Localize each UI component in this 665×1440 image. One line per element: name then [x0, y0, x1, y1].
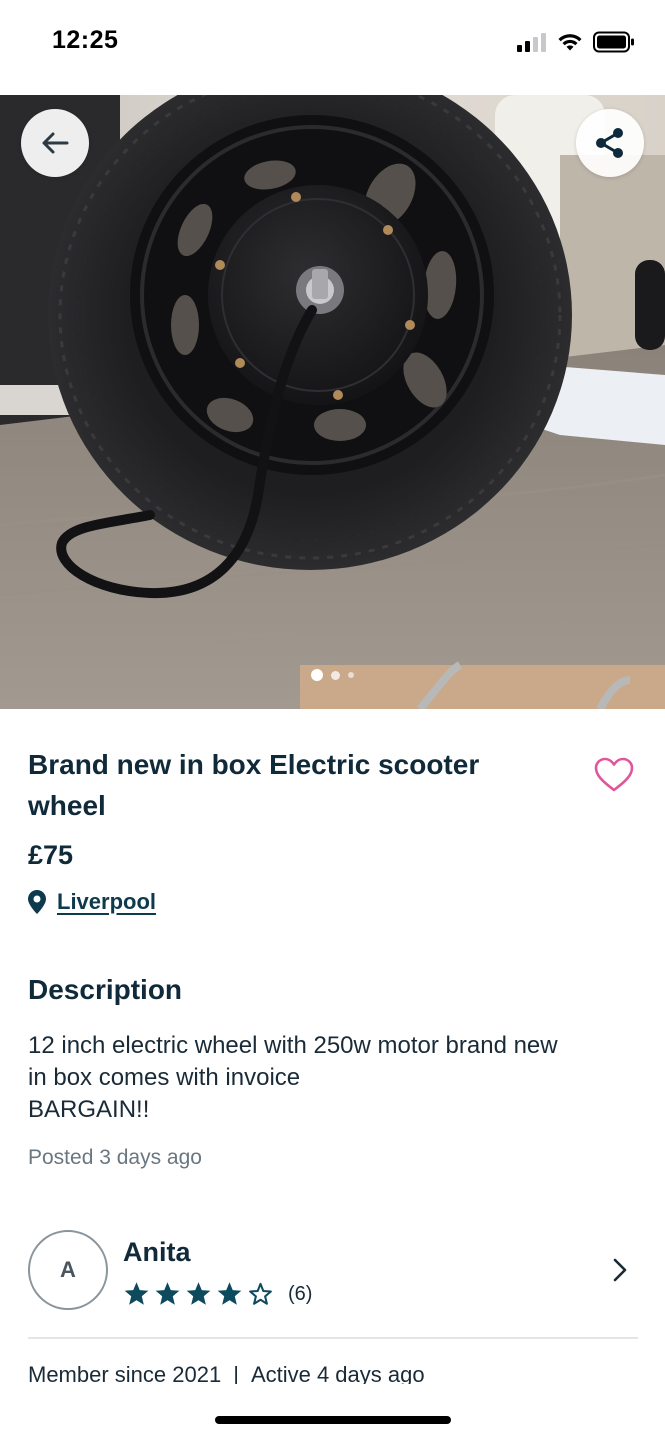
cellular-signal-icon — [517, 33, 546, 52]
posted-time: Posted 3 days ago — [28, 1146, 202, 1169]
share-icon — [596, 128, 623, 158]
seller-activity: Member since 2021 | Active 4 days ago — [28, 1362, 425, 1384]
separator: | — [233, 1362, 239, 1384]
description-line: in box comes with invoice — [28, 1064, 301, 1091]
status-bar: 12:25 — [0, 0, 665, 95]
battery-icon — [593, 31, 634, 53]
description-line: BARGAIN!! — [28, 1096, 150, 1123]
status-time: 12:25 — [52, 26, 119, 54]
seller-rating: (6) — [123, 1281, 312, 1307]
description-line: 12 inch electric wheel with 250w motor b… — [28, 1032, 558, 1059]
share-button[interactable] — [576, 109, 644, 177]
home-indicator[interactable] — [215, 1416, 451, 1424]
wifi-icon — [558, 34, 582, 51]
map-pin-icon — [28, 890, 46, 914]
gallery-dot[interactable] — [331, 670, 340, 680]
listing-title: Brand new in box Electric scooter wheel — [28, 749, 480, 821]
gallery-page-indicator[interactable] — [0, 669, 665, 681]
star-outline-icon — [249, 1282, 272, 1305]
star-icon — [124, 1282, 149, 1305]
star-icon — [217, 1282, 242, 1305]
divider — [28, 1337, 638, 1339]
chevron-right-icon[interactable] — [612, 1258, 628, 1282]
scooter-wheel-image — [0, 95, 665, 709]
description-body: 12 inch electric wheel with 250w motor b… — [28, 1030, 648, 1126]
review-count: (6) — [288, 1282, 313, 1305]
last-active: Active 4 days ago — [250, 1362, 425, 1384]
gallery-dot-active[interactable] — [311, 669, 323, 681]
arrow-left-icon — [42, 132, 69, 154]
status-icons — [517, 30, 635, 54]
listing-photo[interactable] — [0, 95, 665, 709]
back-button[interactable] — [21, 109, 89, 177]
seller-profile-row[interactable]: A Anita (6) — [28, 1228, 638, 1312]
seller-name: Anita — [123, 1237, 191, 1267]
gallery-dot[interactable] — [348, 672, 354, 678]
location-link[interactable]: Liverpool — [57, 889, 156, 915]
bottom-safe-area — [0, 1384, 665, 1440]
description-heading: Description — [28, 974, 183, 1005]
star-icon — [186, 1282, 211, 1305]
location-row[interactable]: Liverpool — [27, 889, 156, 915]
favorite-button[interactable] — [592, 755, 636, 795]
heart-icon — [594, 757, 634, 792]
member-since: Member since 2021 — [28, 1362, 222, 1384]
star-icon — [155, 1282, 180, 1305]
avatar: A — [28, 1230, 108, 1310]
listing-price: £75 — [28, 840, 74, 870]
